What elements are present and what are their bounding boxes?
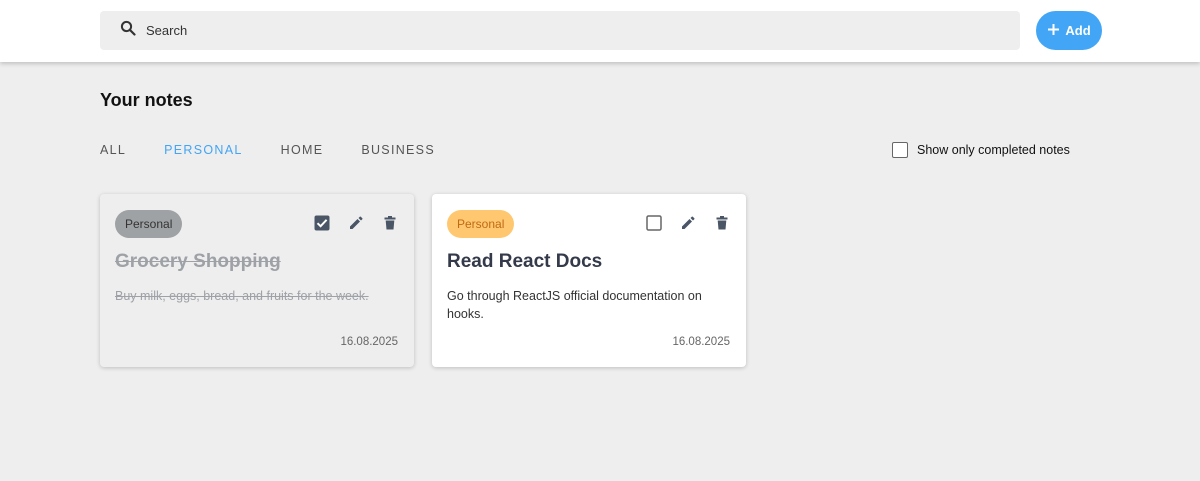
plus-icon: [1047, 23, 1065, 39]
page-title: Your notes: [100, 90, 193, 110]
note-title: Grocery Shopping: [115, 251, 281, 272]
edit-icon[interactable]: [348, 215, 364, 231]
note-title: Read React Docs: [447, 251, 603, 272]
tab-personal[interactable]: PERSONAL: [164, 143, 242, 157]
note-card: Personal Read React Docs Go through Reac…: [432, 194, 746, 367]
category-badge: Personal: [115, 210, 183, 238]
note-description: Go through ReactJS official documentatio…: [447, 289, 702, 321]
delete-icon[interactable]: [382, 215, 398, 231]
note-card: Personal Grocery Shopping Buy milk, eggs…: [100, 194, 414, 367]
completed-filter[interactable]: Show only completed notes: [892, 142, 1070, 158]
search-bar[interactable]: [100, 11, 1020, 50]
tab-business[interactable]: BUSINESS: [361, 143, 435, 157]
tab-all[interactable]: ALL: [100, 143, 126, 157]
note-actions: [296, 215, 398, 231]
category-badge: Personal: [447, 210, 515, 238]
completed-checkbox[interactable]: [646, 215, 662, 231]
edit-icon[interactable]: [680, 215, 696, 231]
add-button-label: Add: [1065, 23, 1091, 38]
top-bar: Add: [0, 0, 1200, 62]
category-tabs: ALL PERSONAL HOME BUSINESS: [100, 143, 473, 157]
note-date: 16.08.2025: [340, 336, 398, 348]
search-input[interactable]: [146, 23, 946, 38]
completed-filter-checkbox[interactable]: [892, 142, 908, 158]
search-icon: [120, 20, 136, 41]
add-note-button[interactable]: Add: [1036, 11, 1102, 50]
completed-filter-label: Show only completed notes: [917, 143, 1070, 157]
completed-checkbox[interactable]: [314, 215, 330, 231]
delete-icon[interactable]: [714, 215, 730, 231]
note-description: Buy milk, eggs, bread, and fruits for th…: [115, 289, 369, 303]
note-date: 16.08.2025: [672, 336, 730, 348]
tab-home[interactable]: HOME: [281, 143, 324, 157]
note-actions: [628, 215, 730, 231]
